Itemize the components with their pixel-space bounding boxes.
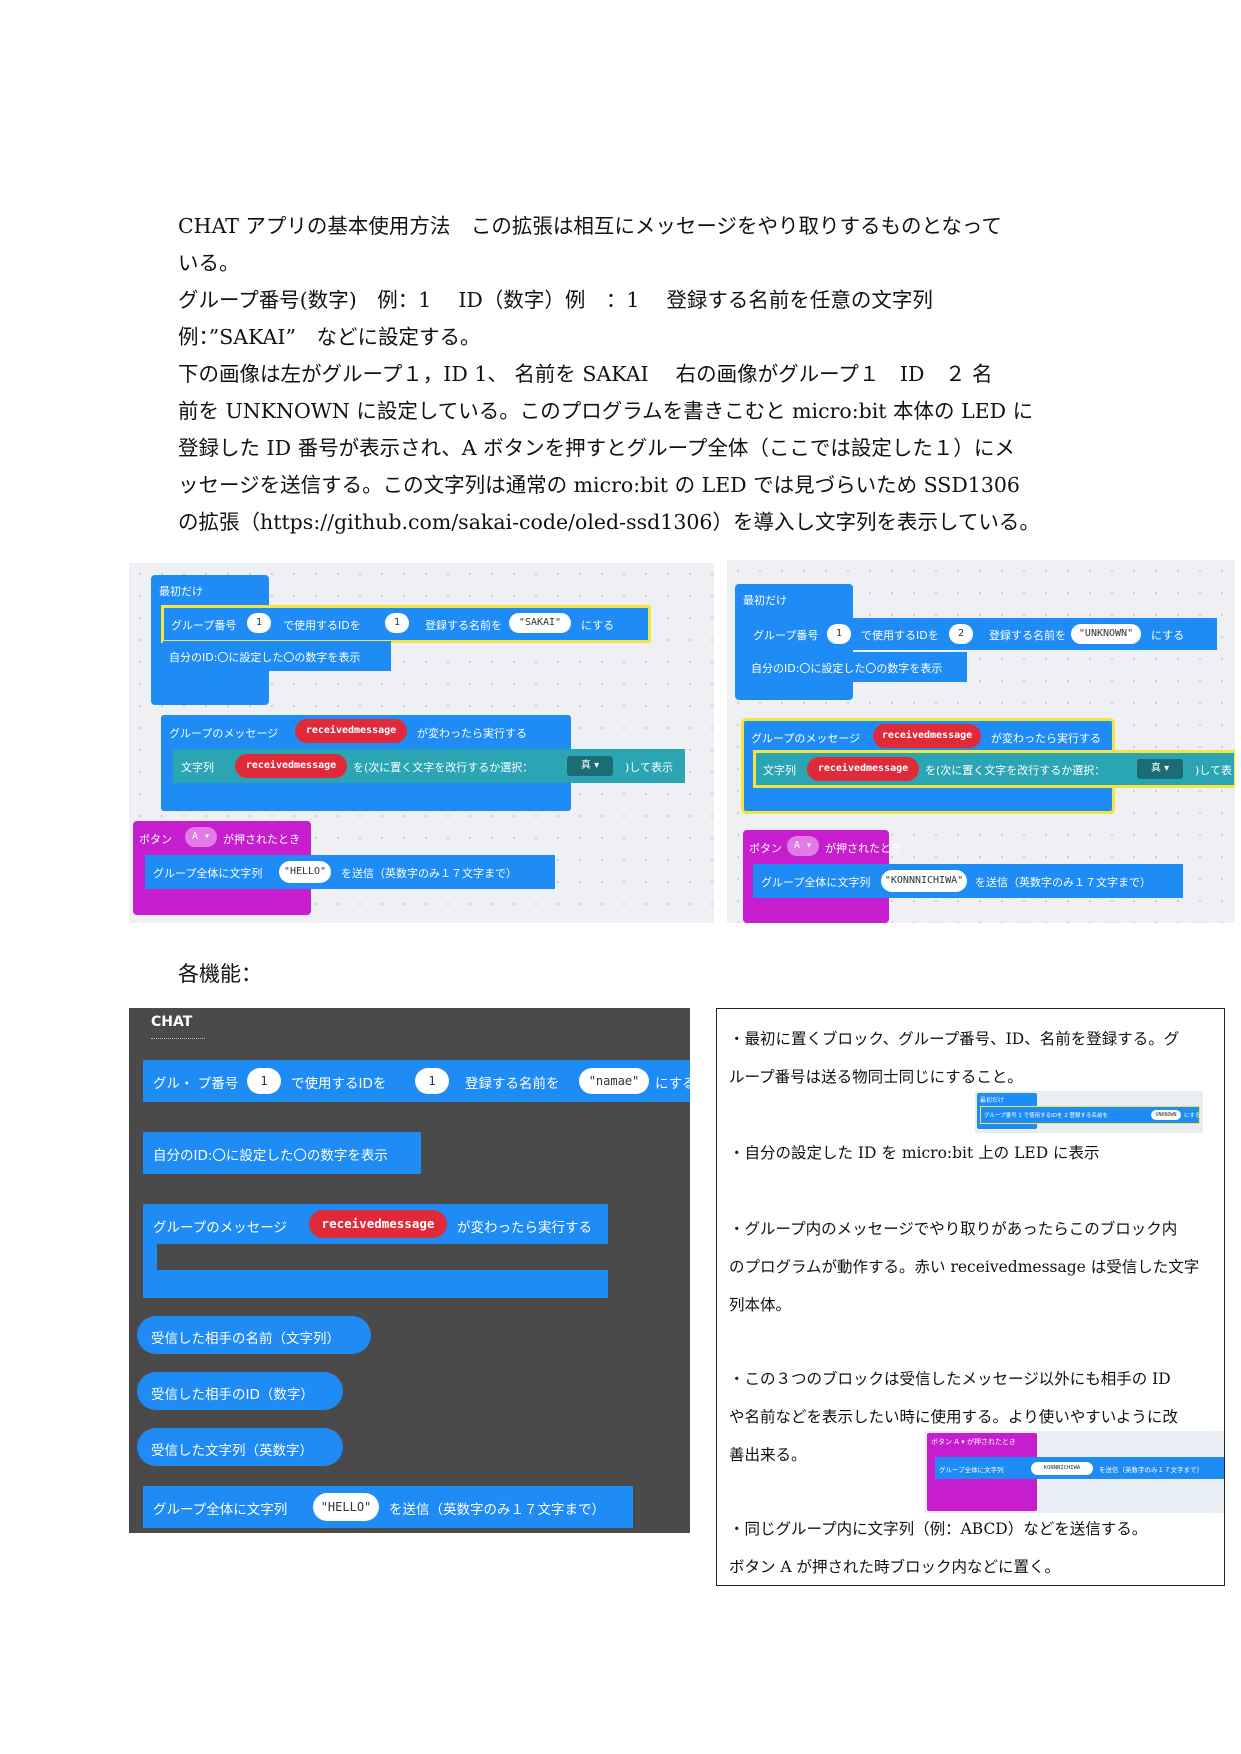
desc-line: 列本体。 [729,1296,792,1314]
intro-line: 例：”SAKAI” などに設定する。 [178,325,481,349]
desc-line: ・グループ内のメッセージでやり取りがあったらこのブロック内 [729,1220,1178,1238]
intro-line: 登録した ID 番号が表示され、A ボタンを押すとグループ全体（ここでは設定した… [178,436,1015,460]
on-message-block[interactable]: グループのメッセージ receivedmessage が変わったら実行する [143,1204,608,1244]
group-setup-block[interactable]: グル・ プ番号 1 で使用するIDを 1 登録する名前を "namae" にする [143,1060,690,1102]
intro-line: CHAT アプリの基本使用方法 この拡張は相互にメッセージをやり取りするものとな… [178,214,1002,238]
group-number-value: 1 [827,624,851,644]
left-workspace-screenshot: 最初だけ グループ番号 1 で使用するIDを 1 登録する名前を "SAKAI"… [129,563,714,923]
received-message-var: receivedmessage [295,719,407,743]
received-message-var: receivedmessage [235,754,347,778]
send-string-block: グループ全体に文字列 "HELLO" を送信（英数字のみ１７文字まで） [145,855,555,889]
send-value: "HELLO" [313,1493,379,1521]
button-a-dropdown: A ▾ [185,827,217,847]
mini-setup-screenshot: 最初だけ グループ番号 1 で使用するIDを 2 登録する名前を UNKNOWN… [975,1091,1203,1133]
button-a-dropdown: A ▾ [787,836,819,856]
id-value: 1 [415,1068,449,1094]
chat-block-palette: CHAT グル・ プ番号 1 で使用するIDを 1 登録する名前を "namae… [129,1008,690,1533]
desc-line: ボタン A が押された時ブロック内などに置く。 [729,1558,1061,1576]
received-string-block[interactable]: 受信した文字列（英数字） [137,1428,343,1466]
show-string-block: 文字列 receivedmessage を(次に置く文字を改行するか選択： 真 … [753,750,1235,788]
intro-line: 下の画像は左がグループ１，ID 1、 名前を SAKAI 右の画像がグループ１ … [178,362,993,386]
feature-description-box: ・最初に置くブロック、グループ番号、ID、名前を登録する。グ ループ番号は送る物… [716,1008,1225,1586]
desc-line: のプログラムが動作する。赤い receivedmessage は受信した文字 [729,1258,1200,1276]
on-start-label: 最初だけ [743,594,787,607]
intro-line: グループ番号(数字) 例：1 ID（数字）例 ：1 登録する名前を任意の文字列 [178,288,933,312]
desc-line: や名前などを表示したい時に使用する。より使いやすいように改 [729,1408,1178,1426]
true-dropdown: 真 ▾ [567,756,613,776]
send-string-block: グループ全体に文字列 "KONNNICHIWA" を送信（英数字のみ１７文字まで… [753,864,1183,898]
features-heading: 各機能： [178,962,262,986]
id-value: 1 [385,613,409,633]
group-number-value: 1 [247,613,271,633]
group-number-value: 1 [247,1068,281,1094]
intro-line: いる。 [178,251,240,275]
received-name-block[interactable]: 受信した相手の名前（文字列） [137,1316,371,1354]
received-message-var: receivedmessage [807,757,919,781]
on-message-block-bottom [143,1270,608,1298]
show-id-block: 自分のID:〇に設定した〇の数字を表示 [163,641,391,671]
received-message-var: receivedmessage [309,1210,447,1238]
show-id-block[interactable]: 自分のID:〇に設定した〇の数字を表示 [143,1132,421,1174]
true-dropdown: 真 ▾ [1137,759,1183,779]
send-value: "HELLO" [279,861,331,883]
desc-line: ・最初に置くブロック、グループ番号、ID、名前を登録する。グ [729,1030,1180,1048]
received-id-block[interactable]: 受信した相手のID（数字） [137,1372,343,1410]
intro-text: CHAT アプリの基本使用方法 この拡張は相互にメッセージをやり取りするものとな… [178,208,1064,541]
desc-line: ・この３つのブロックは受信したメッセージ以外にも相手の ID [729,1370,1171,1388]
on-start-label: 最初だけ [159,585,203,598]
intro-line: の拡張（https://github.com/sakai-code/oled-s… [178,510,1040,534]
received-message-var: receivedmessage [873,724,981,748]
send-value: "KONNNICHIWA" [881,870,967,892]
desc-line: ・同じグループ内に文字列（例：ABCD）などを送信する。 [729,1520,1148,1538]
desc-line: ループ番号は送る物同士同じにすること。 [729,1068,1023,1086]
intro-line: ッセージを送信する。この文字列は通常の micro:bit の LED では見づ… [178,473,1020,497]
intro-line: 前を UNKNOWN に設定している。このプログラムを書きこむと micro:b… [178,399,1034,423]
show-id-block: 自分のID:〇に設定した〇の数字を表示 [745,652,967,682]
send-string-block[interactable]: グループ全体に文字列 "HELLO" を送信（英数字のみ１７文字まで） [143,1486,633,1528]
desc-line: 善出来る。 [729,1446,807,1464]
name-value: "namae" [579,1068,649,1094]
palette-title: CHAT [151,1014,205,1039]
right-workspace-screenshot: 最初だけ グループ番号 1 で使用するIDを 2 登録する名前を "UNKNOW… [727,560,1235,923]
group-setup-block: グループ番号 1 で使用するIDを 2 登録する名前を "UNKNOWN" にす… [745,618,1217,650]
name-value: "SAKAI" [509,613,571,633]
show-string-block: 文字列 receivedmessage を(次に置く文字を改行するか選択： 真 … [173,749,685,783]
group-setup-block: グループ番号 1 で使用するIDを 1 登録する名前を "SAKAI" にする [161,605,651,643]
desc-line: ・自分の設定した ID を micro:bit 上の LED に表示 [729,1144,1100,1162]
mini-button-screenshot: ボタン A ▾ が押されたとき グループ全体に文字列 KONNNICHIWA を… [925,1431,1224,1513]
name-value: "UNKNOWN" [1071,624,1141,644]
id-value: 2 [949,624,973,644]
